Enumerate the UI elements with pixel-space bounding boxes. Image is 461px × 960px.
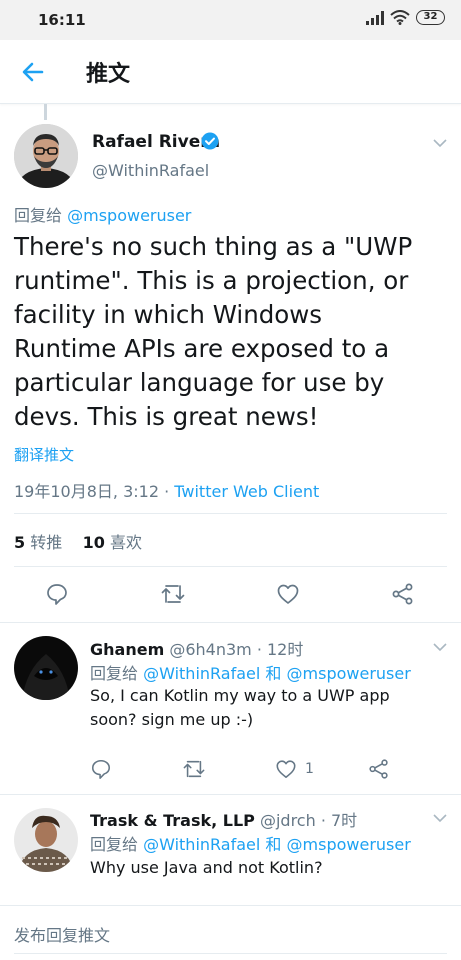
retweet-icon	[183, 760, 205, 778]
tweet-text: There's no such thing as a "UWP runtime"…	[14, 232, 413, 431]
app-bar: 推文	[0, 40, 461, 104]
reply-author-name[interactable]: Ghanem	[90, 640, 164, 659]
compose-reply-input[interactable]: 发布回复推文	[14, 922, 110, 946]
reply-to-mention[interactable]: @mspoweruser	[287, 835, 411, 854]
tweet-stats: 5 转推 10 喜欢	[14, 529, 142, 553]
signal-icon	[366, 10, 384, 25]
reply-icon	[91, 759, 111, 779]
share-button[interactable]	[391, 582, 415, 606]
divider	[0, 794, 461, 795]
likes-count: 10	[82, 533, 105, 552]
reply-author-handle[interactable]: @jdrch	[260, 811, 316, 830]
chevron-down-icon[interactable]	[432, 642, 448, 652]
reply-time: · 7时	[320, 811, 358, 830]
reply-to-conjunction: 和	[265, 664, 282, 683]
thread-connector	[44, 104, 47, 120]
share-icon	[369, 759, 388, 779]
retweet-button[interactable]	[160, 582, 186, 606]
page-title: 推文	[86, 62, 131, 87]
retweets-label: 转推	[30, 533, 63, 552]
status-time: 16:11	[38, 11, 86, 29]
divider	[0, 905, 461, 906]
divider	[14, 513, 447, 514]
share-button[interactable]	[368, 758, 390, 780]
avatar-image	[14, 808, 78, 872]
reply-to-prefix: 回复给	[90, 664, 139, 683]
wifi-icon	[390, 10, 410, 25]
reply-author-handle[interactable]: @6h4n3m	[169, 640, 251, 659]
reply-to-prefix: 回复给	[14, 206, 63, 225]
retweet-stat[interactable]: 5 转推	[14, 533, 62, 552]
reply-to-mention[interactable]: @mspoweruser	[67, 206, 191, 225]
like-button[interactable]	[276, 582, 300, 606]
retweet-icon	[161, 585, 185, 603]
like-count: 1	[305, 761, 314, 777]
reply-to-mention[interactable]: @mspoweruser	[287, 664, 411, 683]
tweet-timestamp: 19年10月8日, 3:12 ·	[14, 482, 175, 501]
reply-avatar[interactable]	[14, 808, 78, 872]
reply-author-name[interactable]: Trask & Trask, LLP	[90, 811, 255, 830]
reply-text: Why use Java and not Kotlin?	[90, 858, 323, 877]
reply-to-prefix: 回复给	[90, 835, 139, 854]
divider	[14, 953, 447, 954]
reply-to-conjunction: 和	[265, 835, 282, 854]
reply-button[interactable]	[90, 758, 112, 780]
divider	[0, 622, 461, 623]
reply-header: Ghanem @6h4n3m · 12时	[90, 636, 303, 660]
reply-to-mention[interactable]: @WithinRafael	[143, 664, 260, 683]
reply-to-line: 回复给 @mspoweruser	[14, 202, 191, 226]
like-button[interactable]: 1	[275, 758, 314, 780]
chevron-down-icon[interactable]	[432, 138, 448, 148]
reply-avatar[interactable]	[14, 636, 78, 700]
back-button[interactable]	[16, 56, 50, 88]
status-bar: 16:11 32	[0, 0, 461, 40]
verified-badge-icon	[201, 132, 219, 150]
like-stat[interactable]: 10 喜欢	[83, 533, 142, 552]
heart-icon	[276, 760, 296, 779]
chevron-down-icon[interactable]	[432, 813, 448, 823]
reply-header: Trask & Trask, LLP @jdrch · 7时	[90, 807, 357, 831]
translate-link[interactable]: 翻译推文	[14, 444, 74, 465]
reply-button[interactable]	[45, 582, 69, 606]
reply-icon	[47, 584, 67, 605]
heart-icon	[277, 584, 299, 604]
tweet-meta: 19年10月8日, 3:12 · Twitter Web Client	[14, 478, 319, 502]
divider	[14, 566, 447, 567]
retweets-count: 5	[14, 533, 26, 552]
likes-label: 喜欢	[109, 533, 142, 552]
reply-time: · 12时	[256, 640, 304, 659]
reply-to-mention[interactable]: @WithinRafael	[143, 835, 260, 854]
status-icons: 32	[366, 10, 445, 25]
reply-text: So, I can Kotlin my way to a UWP app soo…	[90, 686, 390, 729]
avatar-image	[14, 636, 78, 700]
arrow-left-icon	[22, 62, 44, 82]
avatar-image	[14, 124, 78, 188]
reply-to-line: 回复给 @WithinRafael 和 @mspoweruser	[90, 831, 411, 855]
battery-icon: 32	[416, 10, 445, 25]
author-avatar[interactable]	[14, 124, 78, 188]
reply-to-line: 回复给 @WithinRafael 和 @mspoweruser	[90, 660, 411, 684]
author-handle[interactable]: @WithinRafael	[92, 161, 209, 180]
tweet-client-link[interactable]: Twitter Web Client	[174, 482, 319, 501]
retweet-button[interactable]	[182, 758, 206, 780]
share-icon	[392, 583, 413, 605]
